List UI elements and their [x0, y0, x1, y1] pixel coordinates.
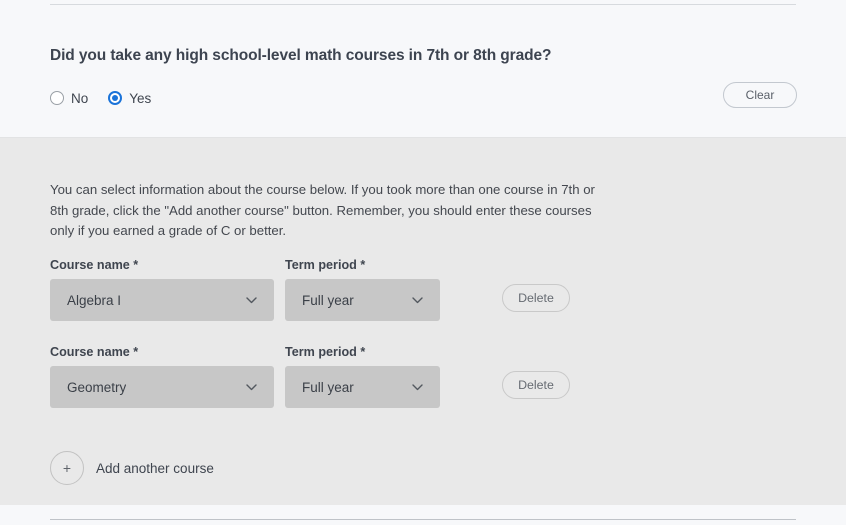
bottom-strip: [0, 505, 846, 525]
radio-option-no[interactable]: No: [50, 91, 88, 106]
delete-course-button[interactable]: Delete: [502, 284, 570, 312]
radio-unchecked-icon[interactable]: [50, 91, 64, 105]
page-root: Did you take any high school-level math …: [0, 0, 846, 525]
radio-checked-icon[interactable]: [108, 91, 123, 105]
radio-label-no: No: [71, 90, 89, 106]
panel-instructions: You can select information about the cou…: [50, 182, 595, 239]
page-title: Did you take any high school-level math …: [50, 46, 552, 64]
course-name-label: Course name *: [50, 345, 139, 359]
add-another-course-label: Add another course: [96, 460, 214, 476]
course-name-value: Algebra I: [67, 292, 122, 308]
chevron-down-icon: [411, 294, 424, 307]
plus-icon[interactable]: +: [50, 451, 84, 485]
term-period-label: Term period *: [285, 258, 366, 272]
term-period-field-group: Term period * Full year: [285, 345, 440, 408]
radio-group: No Yes: [50, 86, 151, 110]
top-divider: [50, 4, 796, 5]
course-name-field-group: Course name * Geometry: [50, 345, 274, 408]
term-period-label: Term period *: [285, 345, 366, 359]
course-name-select[interactable]: Geometry: [50, 366, 274, 408]
chevron-down-icon: [245, 381, 258, 394]
course-name-value: Geometry: [67, 379, 127, 395]
term-period-select[interactable]: Full year: [285, 366, 440, 408]
term-period-field-group: Term period * Full year: [285, 258, 440, 321]
question-section: Did you take any high school-level math …: [0, 0, 846, 137]
radio-label-yes: Yes: [129, 90, 152, 106]
course-name-field-group: Course name * Algebra I: [50, 258, 274, 321]
radio-option-yes[interactable]: Yes: [108, 91, 151, 106]
add-another-course-button[interactable]: + Add another course: [50, 451, 214, 485]
term-period-select[interactable]: Full year: [285, 279, 440, 321]
course-name-select[interactable]: Algebra I: [50, 279, 274, 321]
chevron-down-icon: [245, 294, 258, 307]
clear-button[interactable]: Clear: [723, 82, 797, 108]
course-panel: You can select information about the cou…: [0, 137, 846, 506]
term-period-value: Full year: [302, 379, 354, 395]
bottom-divider: [50, 519, 796, 520]
course-name-label: Course name *: [50, 258, 139, 272]
delete-course-button[interactable]: Delete: [502, 371, 570, 399]
chevron-down-icon: [411, 381, 424, 394]
term-period-value: Full year: [302, 292, 354, 308]
